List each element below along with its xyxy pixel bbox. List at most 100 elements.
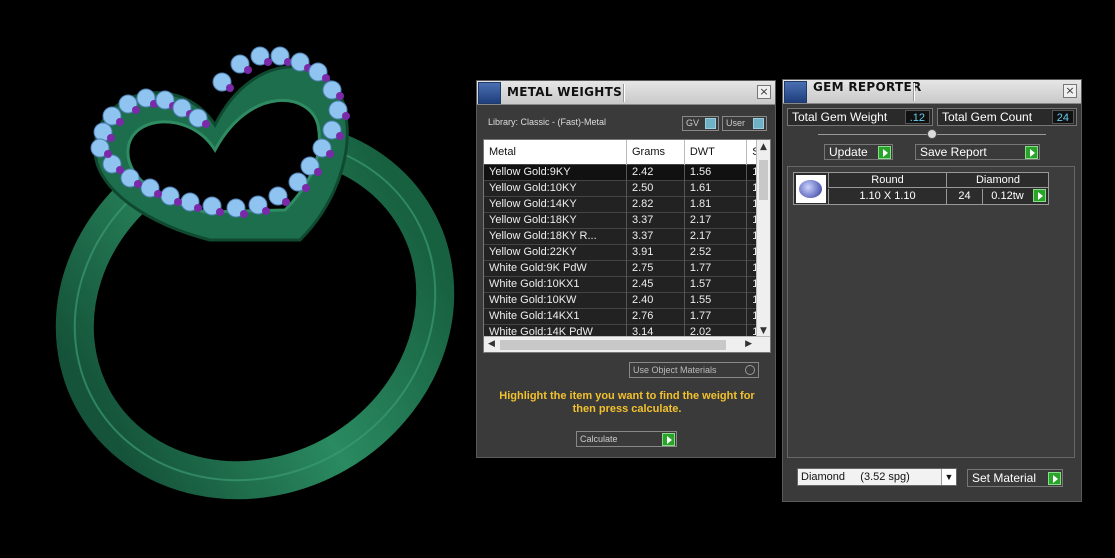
prong bbox=[226, 84, 234, 92]
hint-text: Highlight the item you want to find the … bbox=[499, 390, 755, 415]
close-icon[interactable]: × bbox=[757, 85, 771, 99]
set-material-label: Set Material bbox=[972, 471, 1037, 485]
gem-reporter-panel: GEM REPORTER × Total Gem Weight .12 Tota… bbox=[782, 79, 1082, 502]
gem-weight: 0.12tw bbox=[982, 189, 1032, 204]
metal-weights-titlebar[interactable]: METAL WEIGHTS × bbox=[477, 81, 775, 105]
play-icon bbox=[1048, 472, 1061, 485]
cell-dwt: 1.77 bbox=[684, 307, 748, 324]
gv-toggle-label: GV bbox=[686, 118, 700, 128]
vertical-scrollbar[interactable]: ▲ ▼ bbox=[756, 140, 770, 338]
gem-size: 1.10 X 1.10 bbox=[828, 189, 946, 204]
cell-grams: 2.76 bbox=[626, 307, 685, 324]
user-toggle[interactable]: User bbox=[722, 116, 767, 131]
metal-weights-panel: METAL WEIGHTS × Library: Classic - (Fast… bbox=[476, 80, 776, 458]
ring-model bbox=[55, 46, 455, 500]
chevron-down-icon[interactable]: ▼ bbox=[941, 469, 956, 485]
prong bbox=[342, 112, 350, 120]
prong bbox=[202, 120, 210, 128]
table-row[interactable]: White Gold:9K PdW2.751.7712.59 bbox=[484, 259, 770, 276]
scroll-right-icon[interactable]: ▶ bbox=[745, 339, 752, 349]
user-toggle-label: User bbox=[726, 118, 746, 128]
cell-grams: 3.37 bbox=[626, 227, 685, 244]
prong bbox=[216, 208, 224, 216]
total-gem-weight: Total Gem Weight .12 bbox=[787, 108, 933, 126]
cell-dwt: 1.56 bbox=[684, 163, 748, 180]
panel-splitter[interactable] bbox=[818, 129, 1046, 139]
prong bbox=[302, 184, 310, 192]
table-row[interactable]: Yellow Gold:9KY2.421.5611.08 bbox=[484, 163, 770, 180]
gv-toggle[interactable]: GV bbox=[682, 116, 719, 131]
table-row[interactable]: White Gold:10KW2.401.5510.99 bbox=[484, 291, 770, 308]
play-icon[interactable] bbox=[1033, 189, 1046, 202]
prong bbox=[116, 166, 124, 174]
3d-viewport[interactable] bbox=[0, 0, 470, 558]
gem-row[interactable]: Round Diamond 1.10 X 1.10 24 0.12tw bbox=[793, 172, 1049, 205]
cell-dwt: 1.77 bbox=[684, 259, 748, 276]
cell-metal: Yellow Gold:22KY bbox=[484, 243, 627, 260]
total-gem-count-label: Total Gem Count bbox=[942, 110, 1033, 124]
prong bbox=[154, 190, 162, 198]
cell-metal: Yellow Gold:18KY R... bbox=[484, 227, 627, 244]
prong bbox=[104, 150, 112, 158]
toggle-knob-icon bbox=[705, 118, 716, 129]
prong bbox=[116, 118, 124, 126]
col-header-dwt[interactable]: DWT bbox=[684, 140, 748, 164]
table-row[interactable]: Yellow Gold:18KY R...3.372.1715.41 bbox=[484, 227, 770, 244]
update-button[interactable]: Update bbox=[824, 144, 893, 160]
titlebar-grip bbox=[623, 84, 625, 102]
cell-metal: White Gold:9K PdW bbox=[484, 259, 627, 276]
scroll-thumb[interactable] bbox=[500, 340, 726, 350]
cell-grams: 2.82 bbox=[626, 195, 685, 212]
metal-weights-title: METAL WEIGHTS bbox=[507, 85, 623, 99]
prong bbox=[264, 58, 272, 66]
cell-grams: 2.40 bbox=[626, 291, 685, 308]
gem-material: Diamond bbox=[946, 173, 1049, 188]
prong bbox=[336, 92, 344, 100]
prong bbox=[244, 66, 252, 74]
cell-metal: Yellow Gold:14KY bbox=[484, 195, 627, 212]
set-material-button[interactable]: Set Material bbox=[967, 469, 1063, 487]
scroll-down-icon[interactable]: ▼ bbox=[760, 326, 767, 336]
table-row[interactable]: Yellow Gold:14KY2.821.8112.88 bbox=[484, 195, 770, 212]
prong bbox=[194, 204, 202, 212]
cell-metal: Yellow Gold:9KY bbox=[484, 163, 627, 180]
cell-grams: 2.75 bbox=[626, 259, 685, 276]
cell-dwt: 1.55 bbox=[684, 291, 748, 308]
use-object-materials-toggle[interactable]: Use Object Materials bbox=[629, 362, 759, 378]
use-object-materials-label: Use Object Materials bbox=[633, 365, 717, 375]
metal-table[interactable]: Metal Grams DWT SPG Yellow Gold:9KY2.421… bbox=[483, 139, 771, 353]
scroll-up-icon[interactable]: ▲ bbox=[760, 142, 767, 152]
col-header-grams[interactable]: Grams bbox=[626, 140, 685, 164]
cell-dwt: 1.61 bbox=[684, 179, 748, 196]
total-gem-count: Total Gem Count 24 bbox=[937, 108, 1077, 126]
cell-dwt: 1.81 bbox=[684, 195, 748, 212]
table-row[interactable]: White Gold:14KX12.761.7712.63 bbox=[484, 307, 770, 324]
scroll-left-icon[interactable]: ◀ bbox=[488, 339, 495, 349]
material-select[interactable]: Diamond (3.52 spg) ▼ bbox=[797, 468, 957, 486]
prong bbox=[132, 106, 140, 114]
material-select-value: Diamond (3.52 spg) bbox=[801, 471, 910, 483]
cell-grams: 3.37 bbox=[626, 211, 685, 228]
gem-reporter-app-icon bbox=[784, 81, 807, 103]
table-row[interactable]: Yellow Gold:22KY3.912.5217.89 bbox=[484, 243, 770, 260]
splitter-knob-icon[interactable] bbox=[927, 129, 937, 139]
close-icon[interactable]: × bbox=[1063, 84, 1077, 98]
gem-reporter-title: GEM REPORTER bbox=[813, 80, 922, 94]
scroll-thumb[interactable] bbox=[759, 160, 768, 200]
table-row[interactable]: Yellow Gold:10KY2.501.6111.45 bbox=[484, 179, 770, 196]
cell-grams: 2.50 bbox=[626, 179, 685, 196]
table-row[interactable]: White Gold:10KX12.451.5711.18 bbox=[484, 275, 770, 292]
cell-metal: White Gold:10KX1 bbox=[484, 275, 627, 292]
cell-dwt: 2.17 bbox=[684, 211, 748, 228]
gem-reporter-titlebar[interactable]: GEM REPORTER × bbox=[783, 80, 1081, 104]
calculate-label: Calculate bbox=[580, 434, 618, 444]
cell-dwt: 1.57 bbox=[684, 275, 748, 292]
calculate-button[interactable]: Calculate bbox=[576, 431, 677, 447]
col-header-metal[interactable]: Metal bbox=[484, 140, 627, 164]
save-report-button[interactable]: Save Report bbox=[915, 144, 1040, 160]
horizontal-scrollbar[interactable]: ◀ ▶ bbox=[484, 336, 770, 352]
cell-metal: White Gold:10KW bbox=[484, 291, 627, 308]
prong bbox=[282, 198, 290, 206]
gem-list[interactable]: Round Diamond 1.10 X 1.10 24 0.12tw bbox=[787, 166, 1075, 458]
table-row[interactable]: Yellow Gold:18KY3.372.1715.41 bbox=[484, 211, 770, 228]
